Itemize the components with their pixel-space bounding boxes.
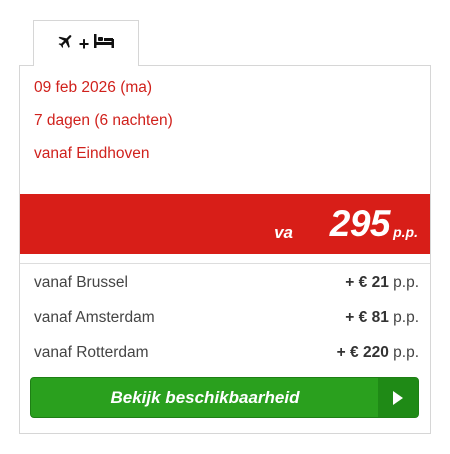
offer-panel: 09 feb 2026 (ma) 7 dagen (6 nachten) van… (19, 65, 431, 434)
alternative-label: vanaf Amsterdam (34, 309, 155, 326)
alternative-row: vanaf Amsterdam + € 81 p.p. (34, 307, 419, 329)
surcharge-amount: + € 81 (345, 309, 389, 326)
trip-duration: 7 dagen (6 nachten) (34, 112, 173, 129)
surcharge-unit: p.p. (393, 344, 419, 361)
divider (20, 263, 430, 264)
alternative-label: vanaf Brussel (34, 274, 128, 291)
bed-icon (93, 33, 115, 54)
price-amount: 295 (329, 203, 391, 244)
surcharge-unit: p.p. (393, 309, 419, 326)
departure-airport: vanaf Eindhoven (34, 145, 150, 162)
alternative-surcharge: + € 220 p.p. (337, 342, 419, 364)
alternative-surcharge: + € 81 p.p. (345, 307, 419, 329)
check-availability-button[interactable]: Bekijk beschikbaarheid (30, 377, 419, 418)
button-label: Bekijk beschikbaarheid (110, 388, 300, 407)
surcharge-unit: p.p. (393, 274, 419, 291)
price-bar: va 295 p.p. (20, 194, 430, 254)
play-arrow-icon (378, 378, 418, 417)
plus-icon: + (78, 33, 90, 54)
alternative-row: vanaf Brussel + € 21 p.p. (34, 272, 419, 294)
price-prefix: va (274, 223, 293, 242)
surcharge-amount: + € 220 (336, 344, 389, 361)
price-suffix: p.p. (393, 224, 418, 240)
surcharge-amount: + € 21 (345, 274, 389, 291)
alternative-label: vanaf Rotterdam (34, 344, 149, 361)
departure-date: 09 feb 2026 (ma) (34, 79, 153, 96)
alternative-surcharge: + € 21 p.p. (345, 272, 419, 294)
tab-flight-hotel[interactable]: + (33, 20, 139, 66)
alternative-row: vanaf Rotterdam + € 220 p.p. (34, 342, 419, 364)
airplane-icon (57, 32, 75, 55)
